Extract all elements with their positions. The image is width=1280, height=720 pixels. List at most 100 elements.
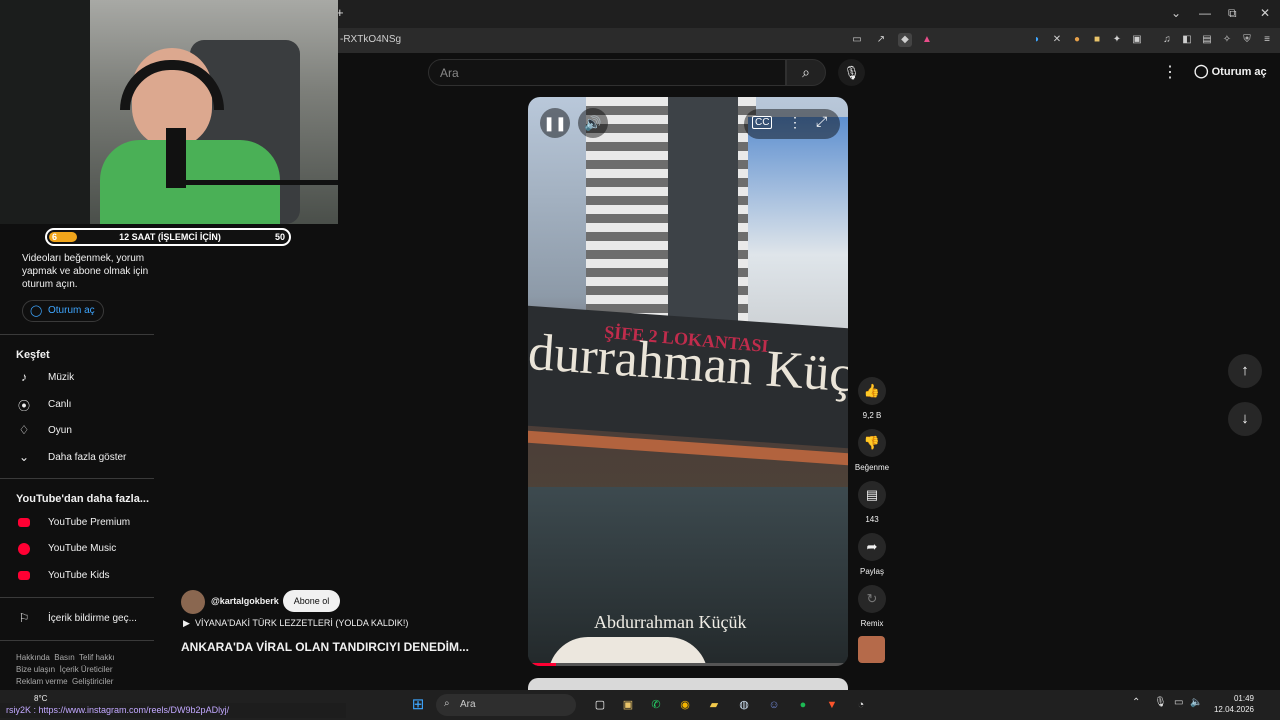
- thumbs-down-icon: 👎: [863, 435, 881, 450]
- umbrella: [548, 637, 708, 666]
- footer-links: Hakkında Basın Telif hakkı: [16, 653, 115, 662]
- windows-start-icon[interactable]: ⊞: [408, 695, 428, 715]
- footer-link[interactable]: Bize ulaşın: [16, 665, 55, 674]
- extension-4-icon[interactable]: ■: [1090, 33, 1104, 47]
- vpn-icon[interactable]: ⛨: [1240, 33, 1254, 47]
- extension-2-icon[interactable]: ✕: [1050, 33, 1064, 47]
- dislike-button[interactable]: 👎: [858, 429, 886, 457]
- share-page-icon[interactable]: ↗: [874, 33, 888, 47]
- volume-button[interactable]: 🔊: [578, 108, 608, 138]
- remix-icon: ↻: [866, 591, 878, 606]
- whatsapp-icon[interactable]: ✆: [646, 695, 666, 715]
- taskbar-search[interactable]: ⌕ Ara: [436, 694, 576, 716]
- sound-avatar[interactable]: [858, 636, 885, 663]
- brave-rewards-icon[interactable]: ▲: [920, 33, 934, 47]
- sidebar-item-youtube-premium[interactable]: YouTube Premium: [16, 516, 156, 532]
- screenshot-icon[interactable]: ▣: [1130, 33, 1144, 47]
- youtube-music-icon: [18, 543, 30, 555]
- weather-widget[interactable]: 8°C: [34, 694, 47, 703]
- thumbs-up-icon: 👍: [863, 383, 881, 398]
- cast-icon[interactable]: ▭: [850, 33, 864, 47]
- search-input[interactable]: Ara: [428, 59, 786, 86]
- wallet-icon[interactable]: ▤: [1200, 33, 1214, 47]
- search-icon: ⌕: [802, 64, 810, 80]
- discord-icon[interactable]: ☺: [764, 695, 784, 715]
- brave-shield-icon[interactable]: ◆: [898, 33, 912, 47]
- spotify-icon[interactable]: ●: [793, 695, 813, 715]
- brave-icon[interactable]: ▼: [822, 695, 842, 715]
- clock[interactable]: 01:49 12.04.2026: [1206, 693, 1254, 715]
- volume-tray-icon[interactable]: 🔈: [1190, 697, 1202, 708]
- volume-icon: 🔊: [584, 115, 602, 131]
- sidebar-item-youtube-kids[interactable]: YouTube Kids: [16, 569, 156, 585]
- tab-search-button[interactable]: ⌄: [1171, 6, 1181, 20]
- share-label: Paylaş: [859, 567, 884, 576]
- pause-icon: ❚❚: [543, 115, 567, 131]
- search-button[interactable]: ⌕: [786, 59, 826, 86]
- extensions-puzzle-icon[interactable]: ✦: [1110, 33, 1124, 47]
- sidebar-item-gaming[interactable]: ♢ Oyun: [16, 423, 156, 440]
- footer-link[interactable]: Geliştiriciler: [72, 677, 113, 686]
- comment-count: 143: [865, 515, 879, 524]
- network-icon[interactable]: ▭: [1174, 697, 1183, 708]
- sidebar-item-report[interactable]: ⚐ İçerik bildirme geç...: [16, 611, 156, 628]
- play-icon: ▶: [183, 618, 190, 628]
- video-progress[interactable]: [528, 663, 848, 666]
- obs-icon[interactable]: ◔: [851, 695, 871, 715]
- minimize-button[interactable]: —: [1199, 6, 1211, 20]
- sidebar-icon[interactable]: ◧: [1180, 33, 1194, 47]
- mic-icon: 🎙: [843, 65, 860, 80]
- signin-button[interactable]: ◯ Oturum aç: [1194, 63, 1267, 79]
- like-button[interactable]: 👍: [858, 377, 886, 405]
- mic-tray-icon[interactable]: 🎙: [1154, 697, 1167, 708]
- progress-label: 12 SAAT (İŞLEMCİ İÇİN): [119, 232, 221, 242]
- next-short-button[interactable]: ↓: [1228, 402, 1262, 436]
- previous-short-button[interactable]: ↑: [1228, 354, 1262, 388]
- voice-search-button[interactable]: 🎙: [838, 59, 865, 86]
- footer-link[interactable]: Hakkında: [16, 653, 50, 662]
- short-video-player[interactable]: ŞİFE 2 LOKANTASI durrahman Küçü Abdurrah…: [528, 97, 848, 666]
- divider: [0, 334, 154, 335]
- store-icon[interactable]: ▣: [618, 695, 638, 715]
- menu-icon[interactable]: ≡: [1260, 33, 1274, 47]
- sidebar-item-show-more[interactable]: ⌄ Daha fazla göster: [16, 450, 156, 467]
- task-view-icon[interactable]: ▢: [590, 695, 610, 715]
- pause-button[interactable]: ❚❚: [540, 108, 570, 138]
- sidebar-item-music[interactable]: ♪ Müzik: [16, 370, 156, 387]
- extension-3-icon[interactable]: ●: [1070, 33, 1084, 47]
- progress-bar: 6 12 SAAT (İŞLEMCİ İÇİN) 50: [45, 228, 291, 246]
- remix-button[interactable]: ↻: [858, 585, 886, 613]
- more-options-icon[interactable]: ⋮: [788, 114, 802, 131]
- leo-ai-icon[interactable]: ✧: [1220, 33, 1234, 47]
- playlist-link[interactable]: ▶ VİYANA'DAKİ TÜRK LEZZETLERİ (YOLDA KAL…: [183, 618, 408, 629]
- youtube-kids-icon: [18, 571, 30, 580]
- extension-1-icon[interactable]: ◗: [1030, 33, 1044, 47]
- footer-link[interactable]: Telif hakkı: [79, 653, 115, 662]
- sidebar-item-youtube-music[interactable]: YouTube Music: [16, 542, 156, 558]
- sidebar-signin-button[interactable]: ◯ Oturum aç: [22, 300, 104, 322]
- steam-icon[interactable]: ◍: [734, 695, 754, 715]
- chrome-icon[interactable]: ◉: [675, 695, 695, 715]
- sidebar-item-live[interactable]: ⦿ Canlı: [16, 398, 156, 414]
- captions-icon[interactable]: CC: [752, 116, 773, 129]
- footer-link[interactable]: Basın: [54, 653, 74, 662]
- explore-title: Keşfet: [16, 349, 50, 361]
- settings-menu-button[interactable]: ⋮: [1162, 62, 1178, 82]
- fullscreen-icon[interactable]: ⤢: [816, 113, 827, 130]
- close-button[interactable]: ✕: [1260, 6, 1270, 20]
- channel-avatar[interactable]: [181, 590, 205, 614]
- share-button[interactable]: ➦: [858, 533, 886, 561]
- tray-chevron-icon[interactable]: ⌃: [1132, 697, 1140, 708]
- progress-start: 6: [52, 232, 58, 242]
- url-text[interactable]: -RXTkO4NSg: [340, 34, 401, 45]
- maximize-button[interactable]: ⧉: [1228, 6, 1237, 21]
- next-short-preview[interactable]: [528, 678, 848, 690]
- media-icon[interactable]: ♫: [1160, 33, 1174, 47]
- comments-button[interactable]: ▤: [858, 481, 886, 509]
- divider: [0, 597, 154, 598]
- footer-link[interactable]: Reklam verme: [16, 677, 68, 686]
- channel-handle[interactable]: @kartalgokberk: [211, 596, 279, 606]
- subscribe-button[interactable]: Abone ol: [283, 590, 340, 612]
- file-explorer-icon[interactable]: ▰: [704, 695, 724, 715]
- footer-link[interactable]: İçerik Üreticiler: [60, 665, 113, 674]
